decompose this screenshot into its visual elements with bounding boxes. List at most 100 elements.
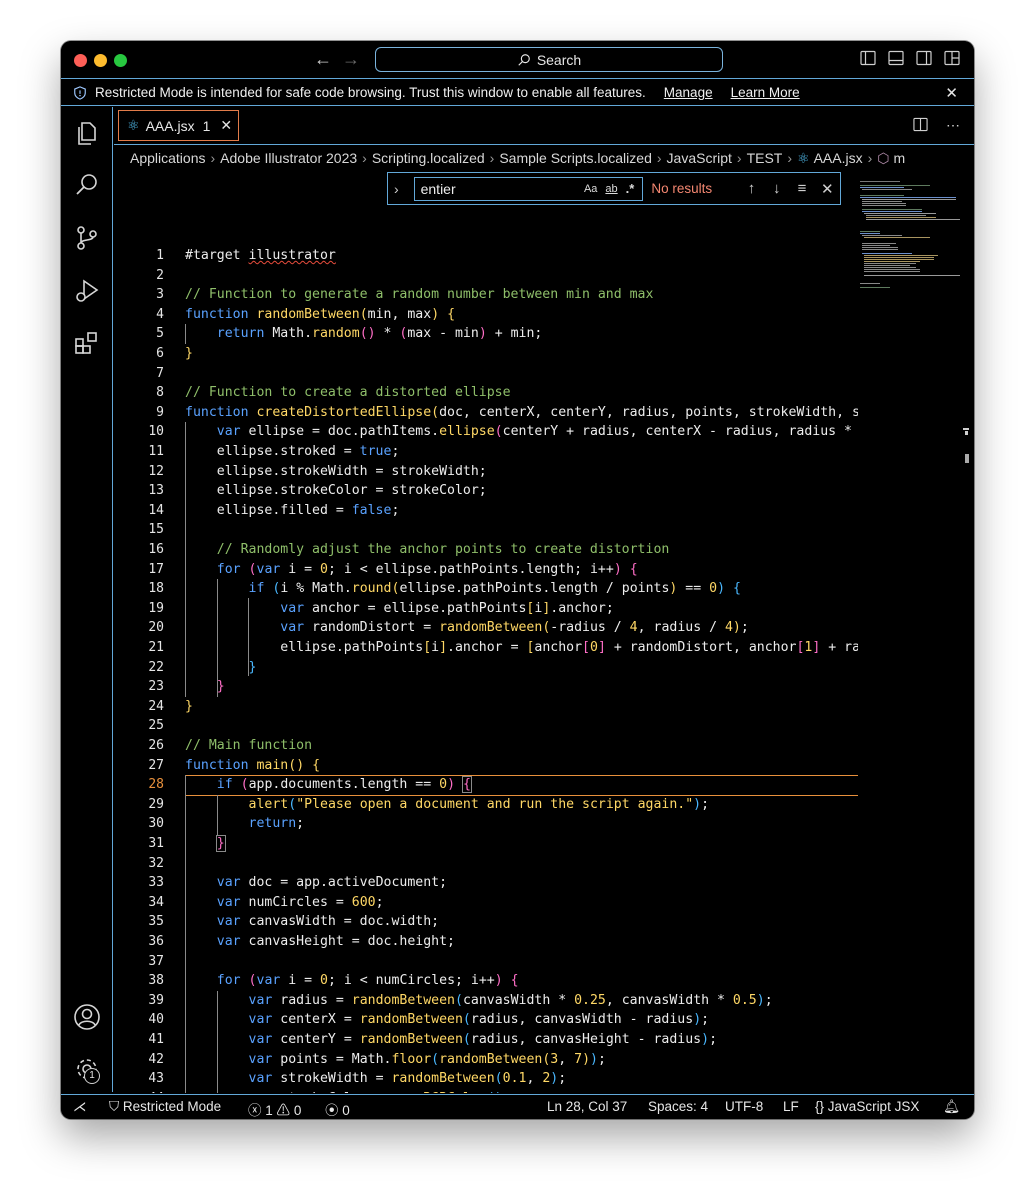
editor-actions: ⋯ [913, 117, 960, 135]
close-window-button[interactable] [74, 54, 87, 67]
warning-icon: ⚠ [276, 1103, 291, 1118]
line-number: 23 [148, 679, 164, 695]
accounts-icon[interactable] [73, 1003, 101, 1031]
breadcrumb-item[interactable]: TEST [747, 150, 783, 166]
tab-bar: ⚛ AAA.jsx 1 ✕ ⋯ [114, 107, 974, 145]
breadcrumb-item[interactable]: JavaScript [667, 150, 732, 166]
manage-link[interactable]: Manage [664, 85, 713, 100]
zoom-window-button[interactable] [114, 54, 127, 67]
code-line: var strokeWidth = randomBetween(0.1, 2); [248, 1071, 567, 1087]
toggle-replace-icon[interactable]: › [394, 181, 408, 197]
line-number: 44 [114, 1089, 164, 1093]
cursor-position[interactable]: Ln 28, Col 37 [547, 1099, 627, 1114]
code-line: var doc = app.activeDocument; [216, 875, 448, 891]
problems-status[interactable]: ⓧ 1 ⚠ 0 [248, 1099, 301, 1119]
remote-indicator-icon[interactable]: ⋌ [73, 1099, 87, 1115]
find-input[interactable]: entier Aa ab .* [413, 176, 644, 201]
line-number: 21 [148, 640, 164, 655]
breadcrumb-item[interactable]: Sample Scripts.localized [499, 150, 652, 166]
split-editor-icon[interactable] [913, 117, 928, 135]
run-debug-icon[interactable] [73, 277, 101, 305]
search-view-icon[interactable] [73, 171, 101, 199]
indentation[interactable]: Spaces: 4 [648, 1099, 708, 1114]
language-mode[interactable]: {} JavaScript JSX [815, 1099, 919, 1114]
line-number: 19 [148, 600, 164, 616]
end-of-line[interactable]: LF [783, 1099, 799, 1114]
next-match-icon[interactable]: ↓ [764, 180, 789, 197]
chevron-right-icon: › [787, 150, 793, 166]
breadcrumb-item[interactable]: AAA.jsx [814, 150, 863, 166]
line-number: 33 [148, 875, 164, 891]
bell-icon[interactable]: 🔔︎ [943, 1099, 960, 1115]
layout-controls [860, 50, 960, 66]
find-query[interactable]: entier [421, 181, 584, 197]
toggle-panel-icon[interactable] [888, 50, 904, 66]
match-whole-word-icon[interactable]: ab [605, 183, 617, 195]
previous-match-icon[interactable]: ↑ [739, 180, 764, 197]
ports-status[interactable]: ⦿ 0 [325, 1099, 350, 1119]
code-line: // Main function [185, 738, 313, 753]
toggle-secondary-sidebar-icon[interactable] [916, 50, 932, 66]
code-line: if (app.documents.length == 0) { [216, 776, 472, 794]
line-number: 13 [148, 483, 164, 499]
more-actions-icon[interactable]: ⋯ [946, 117, 960, 135]
react-file-icon: ⚛ [797, 149, 810, 166]
close-find-icon[interactable]: ✕ [815, 180, 840, 198]
extensions-icon[interactable] [73, 329, 101, 357]
line-number: 32 [148, 855, 164, 871]
breadcrumb-item[interactable]: Scripting.localized [372, 150, 485, 166]
line-number: 8 [156, 385, 164, 401]
find-widget: › entier Aa ab .* No results ↑ ↓ ≡ ✕ [387, 172, 841, 205]
breadcrumb-item[interactable]: Applications [130, 150, 206, 166]
line-number: 18 [148, 581, 164, 597]
close-tab-icon[interactable]: ✕ [220, 117, 232, 134]
ports-count: 0 [342, 1103, 350, 1118]
source-control-icon[interactable] [73, 224, 101, 252]
close-icon[interactable]: ✕ [945, 84, 958, 102]
back-arrow-icon[interactable]: ← [312, 48, 334, 70]
restricted-mode-status[interactable]: ⛉ Restricted Mode [109, 1099, 221, 1115]
customize-layout-icon[interactable] [944, 50, 960, 66]
breadcrumb-item[interactable]: m [894, 150, 906, 166]
scrollbar-thumb[interactable] [965, 454, 969, 463]
notification-badge: 1 [84, 1068, 100, 1084]
code-editor[interactable]: 1 2 3 4 5 6 7 8 9 10 11 12 13 14 15 16 1… [114, 171, 858, 1093]
encoding[interactable]: UTF-8 [725, 1099, 763, 1114]
use-regex-icon[interactable]: .* [626, 181, 635, 196]
command-center-search[interactable]: Search [375, 47, 723, 72]
breadcrumb-item[interactable]: Adobe Illustrator 2023 [220, 150, 357, 166]
explorer-icon[interactable] [73, 119, 101, 147]
code-line: } [248, 659, 257, 675]
broadcast-icon: ⦿ [325, 1103, 339, 1118]
line-number: 42 [148, 1051, 164, 1067]
error-icon: ⓧ [248, 1103, 262, 1118]
line-number: 11 [148, 444, 164, 459]
forward-arrow-icon[interactable]: → [340, 48, 362, 70]
line-number: 24 [148, 698, 164, 714]
code-line: return; [248, 816, 305, 832]
line-number: 12 [148, 463, 164, 479]
line-number: 1 [156, 248, 164, 263]
toggle-primary-sidebar-icon[interactable] [860, 50, 876, 66]
warning-count: 0 [293, 1103, 302, 1118]
react-file-icon: ⚛ [127, 117, 140, 133]
minimap[interactable] [858, 171, 962, 371]
line-number: 16 [148, 542, 164, 557]
line-number: 26 [148, 738, 164, 753]
code-line: ellipse.filled = false; [185, 502, 400, 518]
tab-aaa-jsx[interactable]: ⚛ AAA.jsx 1 ✕ [118, 110, 239, 141]
chevron-right-icon: › [656, 150, 662, 166]
activity-bar [61, 107, 113, 1092]
code-line: if (i % Math.round(ellipse.pathPoints.le… [248, 581, 741, 597]
search-icon [518, 53, 530, 66]
minimize-window-button[interactable] [94, 54, 107, 67]
line-number: 38 [148, 973, 164, 989]
find-in-selection-icon[interactable]: ≡ [789, 180, 814, 197]
learn-more-link[interactable]: Learn More [731, 85, 800, 100]
code-line: for (var i = 0; i < numCircles; i++) { [216, 973, 519, 989]
code-line: function createDistortedEllipse(doc, cen… [185, 404, 858, 420]
code-line: ellipse.pathPoints[i].anchor = [anchor[0… [185, 640, 858, 655]
code-line: ellipse.strokeWidth = strokeWidth; [185, 463, 487, 479]
match-case-icon[interactable]: Aa [584, 183, 597, 195]
line-number: 4 [156, 306, 164, 322]
